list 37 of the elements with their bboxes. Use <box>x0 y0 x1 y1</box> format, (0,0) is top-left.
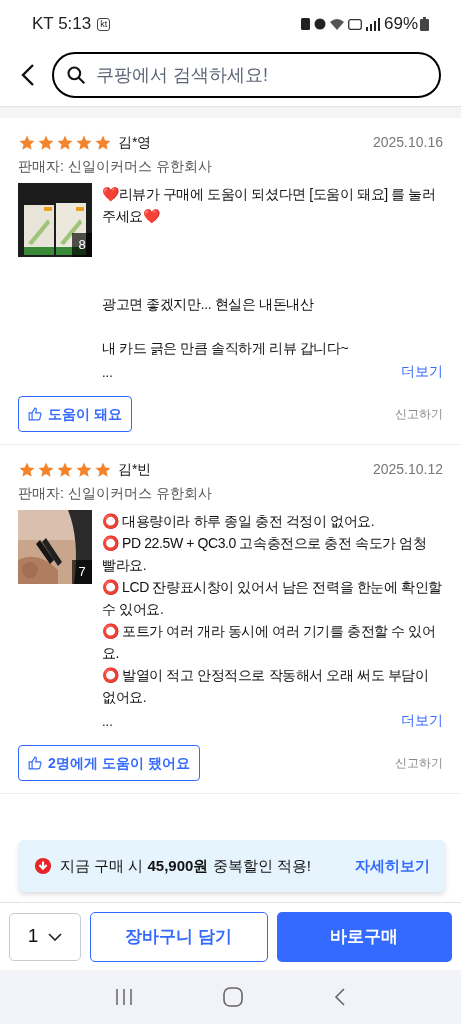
recent-apps-icon[interactable] <box>115 989 134 1005</box>
carrier-badge: kt <box>97 17 111 31</box>
seller-name: 판매자: 신일이커머스 유한회사 <box>18 484 213 503</box>
reviewer-name: 김*빈 <box>118 460 152 479</box>
seller-name: 판매자: 신일이커머스 유한회사 <box>18 157 213 176</box>
carrier-time: KT 5:13 <box>32 13 92 36</box>
signal-icon <box>365 17 380 31</box>
wifi-icon <box>329 18 344 30</box>
quantity-dropdown[interactable]: 1 <box>9 912 81 961</box>
review-text: ❤리뷰가 구매에 도움이 되셨다면 [도움이 돼요] 를 눌러주세요❤ 광고면 좋겠지만... 현실은 내돈내산 내 카드 긁은 만큼 솔직하게 리뷰 갑니다~ <box>102 185 437 358</box>
battery-percent: 69% <box>383 13 418 36</box>
review-date: 2025.10.16 <box>372 133 443 152</box>
thumbs-up-icon <box>28 407 42 421</box>
ellipsis-text: ... <box>102 363 113 382</box>
report-link[interactable]: 신고하기 <box>395 754 443 772</box>
report-link[interactable]: 신고하기 <box>395 405 443 423</box>
photo-count: 7 <box>72 560 92 584</box>
details-link[interactable]: 자세히보기 <box>355 854 430 878</box>
ellipsis-text: ... <box>102 712 113 731</box>
more-link[interactable]: 더보기 <box>401 361 443 382</box>
battery-icon <box>420 17 429 31</box>
discount-text: 지금 구매 시 45,900원 중복할인 적용! <box>60 855 312 876</box>
search-field[interactable]: 쿠팡에서 검색하세요! <box>52 52 441 98</box>
helpful-button[interactable]: 도움이 돼요 <box>18 396 132 432</box>
helpful-button[interactable]: 2명에게 도움이 됐어요 <box>18 745 200 781</box>
buy-now-button[interactable]: 바로구매 <box>276 911 452 962</box>
back-icon[interactable] <box>20 63 36 87</box>
review-date: 2025.10.12 <box>372 460 443 479</box>
chevron-down-icon <box>48 932 63 941</box>
photo-count: 8 <box>72 233 92 257</box>
home-icon[interactable] <box>223 987 244 1007</box>
thumbs-up-icon <box>28 756 42 770</box>
search-icon <box>66 65 86 85</box>
review-text: ⭕ 대용량이라 하루 종일 충전 걱정이 없어요. ⭕ PD 22.5W + QC3.0 고속충전으로 충전 속도가 엄청 빨라요. ⭕ LCD 잔량표시창이 있어서 남은 전력을 한눈에 확인할 수 있어요. ⭕ 포트가 여러 개라 동시에 여러 기기를 충전할 수 있어요. ⭕ 발열이 적고 안정적으로 작동해서 오래 써도 부담이 없어요. <box>102 512 443 707</box>
more-link[interactable]: 더보기 <box>401 710 443 731</box>
reviewer-name: 김*영 <box>118 133 152 152</box>
add-to-cart-button[interactable]: 장바구니 담기 <box>90 911 268 962</box>
